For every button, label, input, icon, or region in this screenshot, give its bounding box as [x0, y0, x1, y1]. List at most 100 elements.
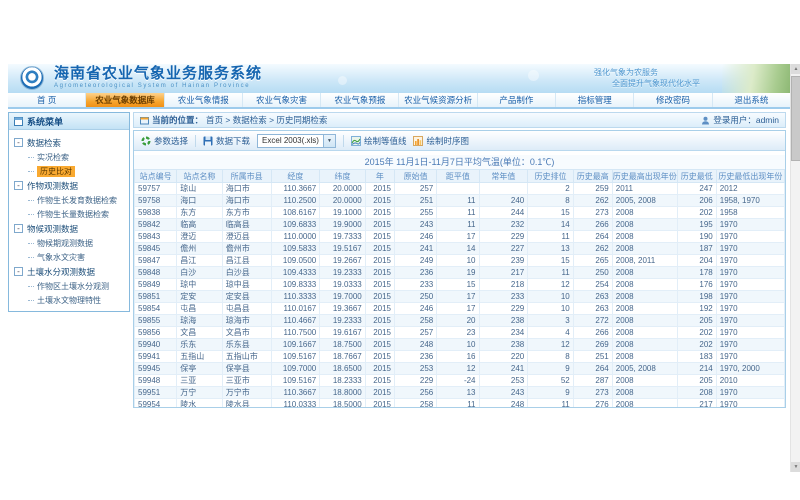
- table-cell: 1970: [716, 255, 784, 267]
- table-cell: 18.7667: [320, 351, 366, 363]
- collapse-icon[interactable]: -: [14, 138, 23, 147]
- vertical-scrollbar[interactable]: ▲ ▼: [790, 64, 800, 472]
- tree-item-label: 气象水文灾害: [37, 252, 85, 263]
- table-cell: 109.5167: [271, 351, 320, 363]
- tree-item-label: 作物生长量数据检索: [37, 209, 109, 220]
- table-cell: 18.2333: [320, 375, 366, 387]
- scrollbar-up-arrow-icon[interactable]: ▲: [791, 64, 800, 74]
- table-cell: 214: [677, 363, 716, 375]
- breadcrumb-path[interactable]: 首页 > 数据检索 > 历史同期检索: [206, 114, 327, 126]
- table-cell: 109.6833: [271, 219, 320, 231]
- nav-item[interactable]: 农业气候资源分析: [399, 93, 477, 107]
- nav-item[interactable]: 农业气象情报: [165, 93, 243, 107]
- table-cell: 2015: [365, 279, 394, 291]
- nav-item[interactable]: 退出系统: [713, 93, 790, 107]
- scrollbar-thumb[interactable]: [791, 76, 800, 161]
- tree-item[interactable]: 作物生长量数据检索: [14, 207, 126, 221]
- table-row[interactable]: 59856文昌文昌市110.750019.6167201525723234426…: [135, 327, 785, 339]
- table-row[interactable]: 59838东方东方市108.616719.1000201525511244152…: [135, 207, 785, 219]
- table-row[interactable]: 59951万宁万宁市110.366718.8000201525613243927…: [135, 387, 785, 399]
- table-row[interactable]: 59757琼山海口市110.366720.0000201525722592011…: [135, 183, 785, 195]
- table-row[interactable]: 59855琼海琼海市110.466719.2333201525820238327…: [135, 315, 785, 327]
- draw-timeseries-button[interactable]: 绘制时序图: [413, 135, 469, 147]
- collapse-icon[interactable]: -: [14, 181, 23, 190]
- collapse-icon[interactable]: -: [14, 267, 23, 276]
- table-cell: 1970: [716, 387, 784, 399]
- nav-item[interactable]: 农业气象灾害: [243, 93, 321, 107]
- tree-item[interactable]: 物候期观测数据: [14, 236, 126, 250]
- table-cell: 236: [395, 267, 437, 279]
- tree-group[interactable]: -土壤水分观测数据: [14, 264, 126, 279]
- tree-group[interactable]: -数据检索: [14, 135, 126, 150]
- column-header: 历史排位: [528, 170, 574, 183]
- table-title: 2015年 11月1日-11月7日平均气温(单位：0.1℃): [134, 155, 785, 169]
- table-cell: 1970: [716, 243, 784, 255]
- table-row[interactable]: 59854屯昌屯昌县110.016719.3667201524617229102…: [135, 303, 785, 315]
- table-cell: 2015: [365, 303, 394, 315]
- table-cell: 52: [528, 375, 574, 387]
- tree-item[interactable]: 土壤水文物理特性: [14, 293, 126, 307]
- table-cell: 110.0167: [271, 303, 320, 315]
- table-cell: 19.6167: [320, 327, 366, 339]
- table-row[interactable]: 59845儋州儋州市109.583319.5167201524114227132…: [135, 243, 785, 255]
- table-cell: 204: [677, 255, 716, 267]
- table-row[interactable]: 59849琼中琼中县109.833319.0333201523315218122…: [135, 279, 785, 291]
- table-cell: 2008: [612, 315, 677, 327]
- table-row[interactable]: 59941五指山五指山市109.516718.76672015236162208…: [135, 351, 785, 363]
- table-cell: 20.0000: [320, 195, 366, 207]
- draw-contour-button[interactable]: 绘制等值线: [351, 135, 407, 147]
- tree-item[interactable]: 历史比对: [14, 164, 126, 178]
- table-cell: 13: [437, 387, 479, 399]
- table-cell: 59845: [135, 243, 177, 255]
- tree-group[interactable]: -作物观测数据: [14, 178, 126, 193]
- table-row[interactable]: 59758海口海口市110.250020.0000201525111240826…: [135, 195, 785, 207]
- table-row[interactable]: 59940乐东乐东县109.166718.7500201524810238122…: [135, 339, 785, 351]
- table-cell: 乐东县: [222, 339, 271, 351]
- table-cell: 12: [528, 339, 574, 351]
- table-cell: 198: [677, 291, 716, 303]
- table-cell: [437, 183, 479, 195]
- table-cell: 262: [573, 195, 612, 207]
- select-params-button[interactable]: 参数选择: [141, 135, 188, 147]
- sidebar: 系统菜单 -数据检索实况检索历史比对-作物观测数据作物生长发育数据检索作物生长量…: [8, 112, 130, 312]
- tree-item[interactable]: 实况检索: [14, 150, 126, 164]
- export-format-select[interactable]: Excel 2003(.xls) ▼: [257, 134, 336, 148]
- tree-item[interactable]: 作物区土壤水分观测: [14, 279, 126, 293]
- table-cell: 258: [395, 315, 437, 327]
- nav-item[interactable]: 指标管理: [556, 93, 634, 107]
- tree-item[interactable]: 气象水文灾害: [14, 250, 126, 264]
- table-cell: 海口: [177, 195, 223, 207]
- tree-group-label: 数据检索: [27, 137, 61, 149]
- table-row[interactable]: 59847昌江昌江县109.050019.2667201524910239152…: [135, 255, 785, 267]
- chevron-down-icon[interactable]: ▼: [323, 135, 335, 147]
- table-row[interactable]: 59945保亭保亭县109.700018.6500201525312241926…: [135, 363, 785, 375]
- tree-group[interactable]: -物候观测数据: [14, 221, 126, 236]
- nav-item[interactable]: 修改密码: [634, 93, 712, 107]
- weather-bureau-logo-icon: [20, 66, 44, 90]
- table-cell: 233: [479, 291, 528, 303]
- table-cell: 2015: [365, 399, 394, 409]
- table-cell: 59856: [135, 327, 177, 339]
- table-cell: 238: [479, 315, 528, 327]
- tree-item-label: 作物生长发育数据检索: [37, 195, 117, 206]
- table-row[interactable]: 59954陵水陵水县110.033318.5000201525811248112…: [135, 399, 785, 409]
- table-cell: 195: [677, 219, 716, 231]
- nav-item[interactable]: 产品制作: [478, 93, 556, 107]
- table-cell: 249: [395, 255, 437, 267]
- table-row[interactable]: 59848白沙白沙县109.433319.2333201523619217112…: [135, 267, 785, 279]
- nav-item[interactable]: 农业气象数据库: [86, 93, 164, 107]
- scrollbar-down-arrow-icon[interactable]: ▼: [791, 462, 800, 472]
- nav-item[interactable]: 农业气象预报: [321, 93, 399, 107]
- tree-item[interactable]: 作物生长发育数据检索: [14, 193, 126, 207]
- table-cell: 19: [437, 267, 479, 279]
- table-row[interactable]: 59843澄迈澄迈县110.000019.7333201524617229112…: [135, 231, 785, 243]
- table-row[interactable]: 59842临高临高县109.683319.9000201524311232142…: [135, 219, 785, 231]
- collapse-icon[interactable]: -: [14, 224, 23, 233]
- toolbar: 参数选择 数据下载 Excel 2003(.xls) ▼: [134, 131, 785, 151]
- nav-item[interactable]: 首 页: [8, 93, 86, 107]
- table-cell: 2008: [612, 339, 677, 351]
- download-data-button[interactable]: 数据下载: [203, 135, 250, 147]
- table-cell: 1970: [716, 231, 784, 243]
- table-row[interactable]: 59851定安定安县110.333319.7000201525017233102…: [135, 291, 785, 303]
- table-row[interactable]: 59948三亚三亚市109.516718.23332015229-2425352…: [135, 375, 785, 387]
